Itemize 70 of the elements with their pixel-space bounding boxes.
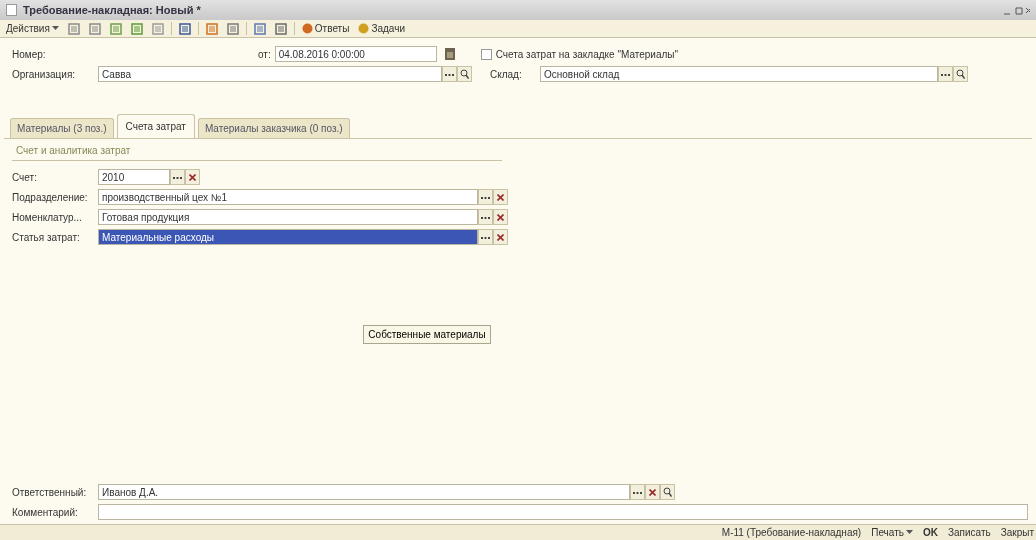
comment-field[interactable] (98, 504, 1028, 520)
field-label: Комментарий: (12, 505, 79, 520)
clear-icon (649, 488, 656, 496)
ellipsis-icon (481, 215, 490, 219)
actions-menu[interactable]: Действия (4, 23, 61, 34)
clear-button[interactable] (493, 229, 508, 245)
select-button[interactable] (938, 66, 953, 82)
close-button[interactable]: Закрыт (998, 527, 1036, 538)
field-label: Статья затрат: (12, 230, 81, 245)
ok-button[interactable]: OK (920, 527, 940, 538)
checkbox[interactable] (480, 48, 492, 60)
ellipsis-icon (173, 175, 182, 179)
search-icon (663, 487, 672, 497)
field-label: Склад: (490, 67, 523, 82)
field-label: Номенклатур... (12, 210, 83, 225)
group-title: Счет и аналитика затрат (12, 141, 502, 161)
field-label: Организация: (12, 67, 77, 82)
field-label: Номер: (12, 47, 47, 62)
input-field[interactable]: Готовая продукция (98, 209, 478, 225)
tasks-button[interactable]: Задачи (356, 23, 407, 34)
responsible-field[interactable]: Иванов Д.А. (98, 484, 630, 500)
select-button[interactable] (442, 66, 457, 82)
clear-button[interactable] (185, 169, 200, 185)
save-button[interactable]: Записать (945, 527, 993, 538)
ellipsis-icon (633, 490, 642, 494)
date-field[interactable]: 04.08.2016 0:00:00 (274, 46, 437, 62)
input-field[interactable]: Материальные расходы (98, 229, 478, 245)
select-button[interactable] (478, 229, 493, 245)
warehouse-field[interactable]: Основной склад (540, 66, 938, 82)
clear-icon (497, 233, 504, 241)
answers-button[interactable]: Ответы (299, 23, 352, 34)
select-button[interactable] (478, 189, 493, 205)
own-materials-button[interactable]: Собственные материалы (363, 325, 491, 344)
ellipsis-icon (481, 195, 490, 199)
ellipsis-icon (445, 72, 454, 76)
search-button[interactable] (457, 66, 472, 82)
clear-button[interactable] (493, 189, 508, 205)
select-button[interactable] (478, 209, 493, 225)
search-button[interactable] (953, 66, 968, 82)
clear-icon (497, 213, 504, 221)
tab[interactable]: Материалы (3 поз.) (10, 118, 114, 138)
calendar-icon[interactable] (444, 48, 455, 60)
field-label: Ответственный: (12, 485, 88, 500)
circle-icon (358, 23, 370, 34)
print-menu[interactable]: Печать (869, 527, 915, 538)
input-field[interactable]: 2010 (98, 169, 170, 185)
checkbox-label: Счета затрат на закладке "Материалы" (495, 47, 679, 62)
select-button[interactable] (630, 484, 645, 500)
ellipsis-icon (481, 235, 490, 239)
search-icon (460, 69, 469, 79)
print-form-button[interactable]: М-11 (Требование-накладная) (719, 527, 864, 538)
search-icon (956, 69, 965, 79)
clear-icon (497, 193, 504, 201)
clear-icon (189, 173, 196, 181)
caret-icon (905, 530, 913, 535)
clear-button[interactable] (645, 484, 660, 500)
tab[interactable]: Счета затрат (116, 114, 195, 138)
clear-button[interactable] (493, 209, 508, 225)
circle-icon (301, 23, 313, 34)
field-label: от: (258, 47, 271, 62)
select-button[interactable] (170, 169, 185, 185)
input-field[interactable]: производственный цех №1 (98, 189, 478, 205)
ellipsis-icon (941, 72, 950, 76)
field-label: Подразделение: (12, 190, 89, 205)
organization-field[interactable]: Савва (98, 66, 442, 82)
caret-icon (51, 26, 59, 31)
window-title: Требование-накладная: Новый * (23, 2, 201, 18)
search-button[interactable] (660, 484, 675, 500)
tab[interactable]: Материалы заказчика (0 поз.) (197, 118, 350, 138)
field-label: Счет: (12, 170, 38, 185)
